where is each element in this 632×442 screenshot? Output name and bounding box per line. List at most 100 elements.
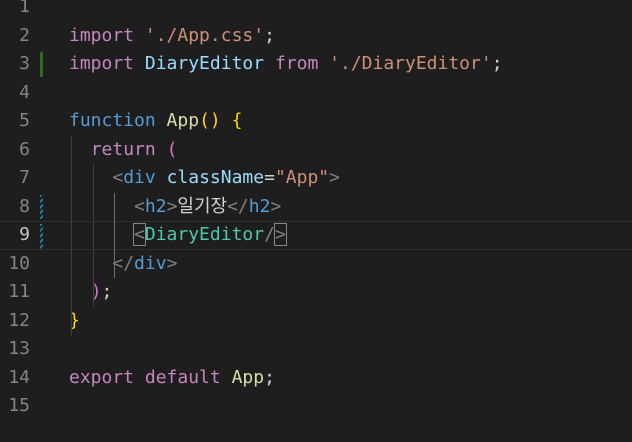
code-line[interactable]: 12} — [0, 307, 632, 336]
code-token: DiaryEditor — [144, 53, 265, 74]
code-text: ); — [69, 278, 113, 307]
code-token: </ — [227, 195, 249, 217]
code-token: ; — [264, 366, 275, 388]
diff-modified-marker[interactable] — [40, 52, 43, 77]
line-number: 2 — [19, 24, 30, 46]
code-token: > — [329, 167, 340, 188]
line-number: 11 — [8, 281, 30, 302]
line-number: 14 — [8, 366, 30, 388]
code-token: h2 — [248, 195, 271, 217]
line-number: 1 — [19, 0, 30, 17]
code-token: App — [231, 366, 265, 388]
code-token: from — [274, 53, 319, 74]
line-number: 6 — [19, 138, 30, 160]
code-token: / — [264, 224, 275, 245]
code-token: App — [166, 110, 200, 131]
line-number: 3 — [19, 53, 30, 74]
code-text: <h2>일기장</h2> — [69, 193, 281, 222]
code-line[interactable]: 9 <DiaryEditor/> — [0, 221, 632, 250]
diff-added-marker[interactable] — [40, 224, 43, 249]
code-text: export default App; — [69, 364, 275, 393]
line-number: 10 — [8, 252, 30, 274]
code-token: import — [69, 53, 135, 74]
code-token: function — [69, 110, 156, 131]
code-editor[interactable]: 1 2 import './App.css'; 3 import DiaryEditor… — [0, 0, 632, 442]
code-text: import DiaryEditor from './DiaryEditor'; — [69, 50, 503, 79]
line-number: 9 — [19, 224, 30, 245]
code-line[interactable]: 14 export default App; — [0, 364, 632, 393]
code-token: > — [270, 195, 282, 217]
code-token: > — [166, 252, 178, 274]
code-text: function App() { — [69, 107, 242, 136]
line-number: 4 — [19, 81, 30, 103]
code-line[interactable]: 15 — [0, 392, 632, 421]
code-token: ; — [491, 53, 503, 74]
indent-guide — [92, 164, 94, 307]
code-token: import — [69, 24, 135, 46]
code-line[interactable]: 3 import DiaryEditor from './DiaryEditor'… — [0, 50, 632, 79]
code-token: default — [144, 366, 221, 388]
code-token: ; — [264, 24, 275, 46]
code-token: > — [273, 223, 287, 246]
code-line[interactable]: 8 <h2>일기장</h2> — [0, 193, 632, 222]
code-token: div — [123, 167, 156, 188]
line-number: 15 — [8, 395, 30, 416]
code-token: ( — [166, 138, 178, 160]
code-token: './App.css' — [144, 24, 265, 46]
code-token: ; — [101, 281, 113, 302]
code-token: > — [166, 195, 178, 217]
code-token: < — [133, 223, 146, 246]
code-line[interactable]: 6 return ( — [0, 136, 632, 165]
code-token: () — [199, 110, 221, 131]
code-line[interactable]: 1 — [0, 0, 632, 22]
code-text: return ( — [69, 136, 178, 165]
line-number: 13 — [8, 338, 30, 359]
diff-added-marker[interactable] — [40, 194, 43, 219]
code-token: < — [134, 195, 145, 217]
indent-guide — [71, 135, 72, 335]
code-token: './DiaryEditor' — [329, 53, 492, 74]
code-token: div — [134, 252, 167, 274]
line-number: 8 — [19, 195, 30, 217]
code-line[interactable]: 7 <div className="App"> — [0, 164, 632, 193]
code-line[interactable]: 5 function App() { — [0, 107, 632, 136]
code-text: import './App.css'; — [69, 22, 275, 51]
code-token: h2 — [144, 195, 167, 217]
code-token: < — [112, 167, 124, 188]
code-token: </ — [112, 252, 135, 274]
code-token: DiaryEditor — [144, 224, 265, 245]
code-token: export — [69, 366, 135, 388]
code-token: return — [90, 138, 156, 160]
code-line[interactable]: 11 ); — [0, 278, 632, 307]
line-number: 12 — [8, 309, 30, 331]
code-line[interactable]: 10 </div> — [0, 250, 632, 279]
code-line[interactable]: 13 — [0, 335, 632, 364]
indent-guide — [114, 192, 116, 278]
code-text: </div> — [69, 250, 177, 279]
line-number: 7 — [19, 167, 30, 188]
code-line[interactable]: 2 import './App.css'; — [0, 22, 632, 51]
code-text: <div className="App"> — [69, 164, 340, 193]
code-token: className — [166, 167, 265, 188]
code-text: <DiaryEditor/> — [69, 222, 287, 249]
code-token: "App" — [274, 167, 330, 188]
code-line[interactable]: 4 — [0, 79, 632, 108]
code-token: = — [264, 167, 275, 188]
code-token: { — [231, 110, 243, 131]
